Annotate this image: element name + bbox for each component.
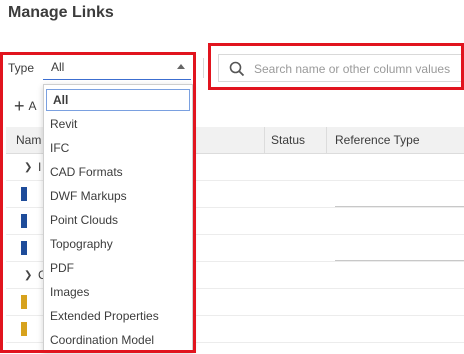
type-select[interactable]: All bbox=[43, 56, 191, 80]
type-option-extended-properties[interactable]: Extended Properties bbox=[44, 305, 192, 327]
type-option-all[interactable]: All bbox=[46, 89, 190, 111]
toolbar-divider bbox=[203, 58, 204, 78]
dialog-title: Manage Links bbox=[8, 4, 114, 21]
column-header-name[interactable]: Nam bbox=[16, 133, 41, 147]
column-divider[interactable] bbox=[326, 127, 327, 153]
file-icon bbox=[21, 295, 27, 309]
revit-file-icon bbox=[21, 214, 27, 228]
type-option-coordination-model[interactable]: Coordination Model bbox=[44, 329, 192, 351]
revit-file-icon bbox=[21, 241, 27, 255]
add-link-button[interactable]: + A bbox=[14, 96, 37, 117]
column-header-reference-type[interactable]: Reference Type bbox=[335, 133, 420, 147]
revit-file-icon bbox=[21, 187, 27, 201]
type-label: Type bbox=[8, 61, 35, 75]
add-button-label: A bbox=[28, 99, 37, 113]
column-header-status[interactable]: Status bbox=[271, 133, 305, 147]
plus-icon: + bbox=[14, 96, 25, 116]
column-divider[interactable] bbox=[264, 127, 265, 153]
search-input[interactable]: Search name or other column values bbox=[218, 54, 464, 82]
reference-type-field[interactable] bbox=[335, 206, 464, 207]
chevron-down-icon[interactable]: ❯ bbox=[24, 270, 32, 281]
search-placeholder: Search name or other column values bbox=[254, 62, 451, 76]
type-dropdown-list: All Revit IFC CAD Formats DWF Markups Po… bbox=[43, 84, 193, 352]
chevron-down-icon[interactable]: ❯ bbox=[24, 162, 32, 173]
file-icon bbox=[21, 322, 27, 336]
type-option-pdf[interactable]: PDF bbox=[44, 257, 192, 279]
type-select-value: All bbox=[51, 60, 65, 74]
type-option-ifc[interactable]: IFC bbox=[44, 137, 192, 159]
type-option-point-clouds[interactable]: Point Clouds bbox=[44, 209, 192, 231]
type-option-topography[interactable]: Topography bbox=[44, 233, 192, 255]
search-icon bbox=[229, 61, 245, 77]
type-option-images[interactable]: Images bbox=[44, 281, 192, 303]
group-label: I bbox=[38, 160, 42, 174]
chevron-up-icon bbox=[177, 64, 185, 69]
type-option-dwf-markups[interactable]: DWF Markups bbox=[44, 185, 192, 207]
reference-type-field[interactable] bbox=[335, 260, 464, 261]
type-option-revit[interactable]: Revit bbox=[44, 113, 192, 135]
type-option-cad-formats[interactable]: CAD Formats bbox=[44, 161, 192, 183]
